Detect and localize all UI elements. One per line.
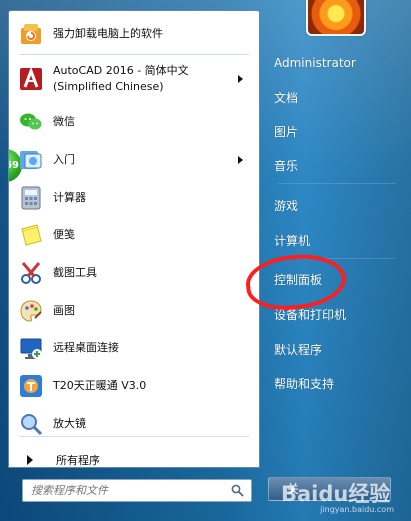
shutdown-label: 关 — [287, 482, 300, 496]
program-t20[interactable]: T20天正暖通 V3.0 — [9, 367, 259, 404]
search-icon[interactable] — [231, 484, 244, 497]
right-item-default-programs[interactable]: 默认程序 — [262, 336, 402, 364]
sticky-notes-icon — [17, 221, 45, 249]
paint-icon — [17, 297, 45, 325]
program-label-line-2: (Simplified Chinese) — [53, 80, 164, 93]
program-label: 远程桌面连接 — [53, 340, 119, 354]
shutdown-button[interactable]: 关 — [268, 477, 391, 501]
program-autocad[interactable]: AutoCAD 2016 - 简体中文 (Simplified Chinese) — [9, 56, 259, 102]
right-item-games[interactable]: 游戏 — [262, 192, 402, 220]
snipping-tool-icon — [17, 259, 45, 287]
t20-icon — [17, 372, 45, 400]
uninstall-box-icon — [17, 20, 45, 48]
autocad-icon — [17, 65, 45, 93]
wechat-icon — [17, 108, 45, 136]
program-label: 便笺 — [53, 227, 75, 241]
magnifier-icon — [17, 410, 45, 438]
separator — [19, 54, 249, 55]
all-programs-arrow-icon — [27, 455, 33, 465]
search-input[interactable] — [31, 484, 221, 497]
right-divider — [278, 183, 396, 184]
all-programs-label: 所有程序 — [56, 454, 100, 467]
program-sticky-notes[interactable]: 便笺 — [9, 216, 259, 253]
program-label: 放大镜 — [53, 416, 86, 430]
program-label: 计算器 — [53, 190, 86, 204]
submenu-arrow-icon — [238, 155, 243, 164]
all-programs-button[interactable]: 所有程序 — [17, 448, 257, 467]
program-getting-started[interactable]: 入门 — [9, 141, 259, 178]
program-label: 截图工具 — [53, 265, 97, 279]
right-item-documents[interactable]: 文档 — [262, 84, 402, 112]
program-remote-desktop[interactable]: 远程桌面连接 — [9, 329, 259, 366]
separator — [19, 436, 249, 437]
user-avatar[interactable] — [308, 0, 364, 34]
program-snipping-tool[interactable]: 截图工具 — [9, 254, 259, 291]
program-wechat[interactable]: 微信 — [9, 103, 259, 140]
program-uninstall[interactable]: 强力卸载电脑上的软件 — [9, 14, 259, 54]
program-paint[interactable]: 画图 — [9, 292, 259, 329]
program-label: 入门 — [53, 152, 75, 166]
right-item-computer[interactable]: 计算机 — [262, 227, 402, 255]
program-label-line-1: AutoCAD 2016 - 简体中文 — [53, 64, 189, 77]
user-name[interactable]: Administrator — [262, 49, 402, 77]
calculator-icon — [17, 184, 45, 212]
left-pane: 69 强力卸载电脑上的软件 — [8, 10, 260, 468]
search-box[interactable] — [22, 479, 252, 502]
program-label: 微信 — [53, 114, 75, 128]
program-label: 画图 — [53, 303, 75, 317]
right-item-help-support[interactable]: 帮助和支持 — [262, 370, 402, 398]
program-label: T20天正暖通 V3.0 — [53, 378, 147, 392]
getting-started-icon — [17, 146, 45, 174]
watermark-sub: jingyan.baidu.com — [320, 505, 394, 514]
start-menu: 69 强力卸载电脑上的软件 — [0, 0, 411, 521]
right-item-pictures[interactable]: 图片 — [262, 118, 402, 146]
program-calculator[interactable]: 计算器 — [9, 179, 259, 216]
submenu-arrow-icon — [238, 75, 243, 83]
remote-desktop-icon — [17, 334, 45, 362]
program-label: 强力卸载电脑上的软件 — [53, 27, 163, 40]
right-item-music[interactable]: 音乐 — [262, 152, 402, 180]
search-area — [8, 468, 260, 508]
